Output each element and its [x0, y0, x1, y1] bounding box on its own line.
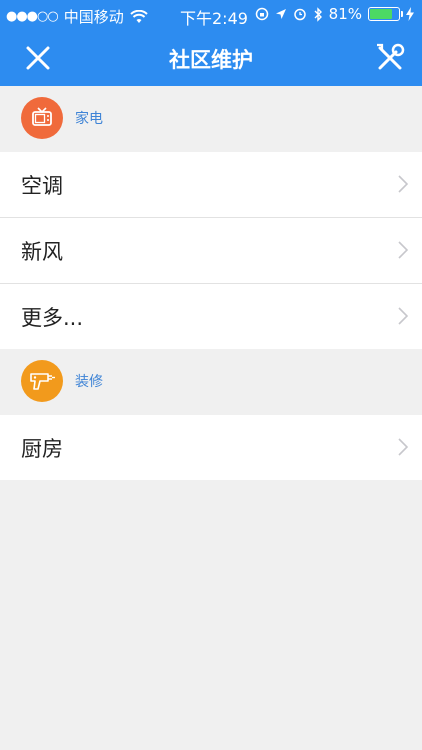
status-left: ●●●○○ 中国移动 [6, 6, 148, 27]
status-time: 下午2:49 [180, 9, 248, 28]
section-icon-circle [21, 360, 63, 402]
location-icon [275, 9, 286, 19]
drill-icon [30, 373, 55, 390]
list-item-label: 更多... [21, 306, 84, 330]
battery-icon [368, 7, 403, 21]
alarm-icon [293, 8, 306, 21]
tv-icon [32, 107, 52, 126]
chevron-right-icon [398, 175, 408, 193]
list-item-label: 空调 [21, 174, 63, 198]
tools-icon[interactable] [372, 40, 408, 76]
section-title: 装修 [75, 374, 103, 390]
list-item-more[interactable]: 更多... [0, 284, 422, 349]
section-title: 家电 [75, 111, 103, 127]
rotation-lock-icon [255, 7, 268, 21]
list-item-fresh-air[interactable]: 新风 [0, 218, 422, 283]
wifi-icon [130, 9, 148, 23]
page-title: 社区维护 [169, 48, 253, 72]
battery-fill [370, 9, 392, 19]
list-item-label: 新风 [21, 240, 63, 264]
section-icon-circle [21, 97, 63, 139]
chevron-right-icon [398, 438, 408, 456]
section-header-appliances: 家电 [0, 86, 422, 152]
charging-icon [406, 7, 414, 21]
carrier-name: 中国移动 [63, 8, 124, 26]
list-item-label: 厨房 [21, 437, 63, 461]
status-bar: ●●●○○ 中国移动 下午2:49 81% [0, 0, 422, 30]
chevron-right-icon [398, 241, 408, 259]
status-right: 81% [255, 5, 414, 23]
chevron-right-icon [398, 307, 408, 325]
battery-percent: 81% [328, 5, 362, 23]
signal-strength-icon: ●●●○○ [6, 9, 59, 24]
section-header-renovation: 装修 [0, 349, 422, 415]
nav-bar: 社区维护 [0, 30, 422, 86]
bluetooth-icon [314, 6, 322, 22]
list-item-kitchen[interactable]: 厨房 [0, 415, 422, 480]
list-item-air-conditioner[interactable]: 空调 [0, 152, 422, 217]
